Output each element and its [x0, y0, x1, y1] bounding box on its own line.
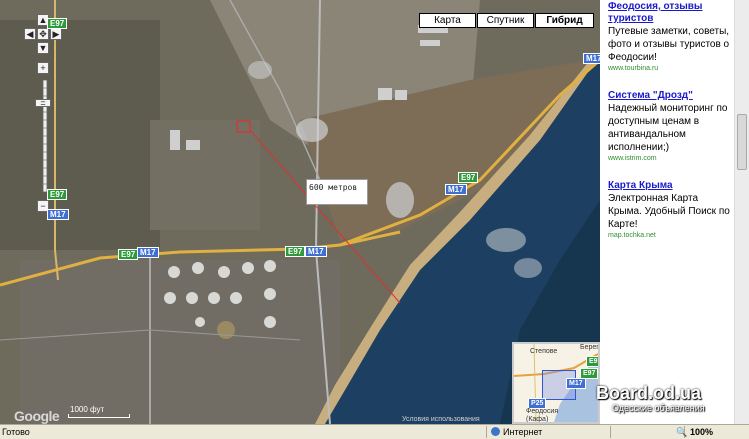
road-shield-e97: E97: [285, 246, 306, 257]
overview-shield-e97: E97: [586, 356, 598, 367]
ad-url[interactable]: www.istrim.com: [608, 154, 734, 164]
road-shield-m17: M17: [137, 247, 159, 258]
ad-block: Карта Крыма Электронная Карта Крыма. Удо…: [608, 180, 734, 241]
road-shield-e97: E97: [118, 249, 139, 260]
ad-text: Надежный мониторинг по доступным ценам в…: [608, 103, 728, 153]
ad-text: Путевые заметки, советы, фото и отзывы т…: [608, 26, 730, 63]
ad-block: Система "Дрозд" Надежный мониторинг по д…: [608, 90, 734, 164]
road-shield-m17: M17: [583, 53, 600, 64]
zoom-slider-handle[interactable]: =: [35, 99, 51, 108]
scale-label: 1000 фут: [70, 405, 105, 414]
terms-link[interactable]: Условия использования: [402, 416, 480, 423]
ad-text: Электронная Карта Крыма. Удобный Поиск п…: [608, 193, 730, 230]
ad-title-link[interactable]: Карта Крыма: [608, 180, 734, 192]
map-type-map-button[interactable]: Карта: [419, 13, 476, 28]
overview-label-stepnoe: Степове: [530, 348, 558, 355]
zoom-slider-track[interactable]: [42, 79, 48, 193]
overview-label-feodosia: Феодосия (Кафа): [526, 408, 559, 423]
security-zone: Интернет: [491, 425, 542, 439]
ads-column: Феодосия, отзывы туристов Путевые заметк…: [602, 0, 734, 424]
scrollbar-thumb[interactable]: [737, 114, 747, 170]
ad-title-link[interactable]: Феодосия, отзывы туристов: [608, 1, 734, 25]
status-separator: [486, 426, 487, 438]
scale-bar: [68, 414, 130, 418]
browser-status-bar: Готово Интернет 🔍 100%: [0, 424, 749, 439]
zoom-in-button[interactable]: +: [37, 62, 49, 74]
distance-label: 600 метров: [306, 179, 368, 205]
ad-title-link[interactable]: Система "Дрозд": [608, 90, 734, 102]
satellite-map[interactable]: ▲ ◀ ✥ ▶ ▼ + = − Карта Спутник Гибрид E97…: [0, 0, 600, 424]
road-shield-e97: E97: [47, 18, 68, 29]
pan-left-button[interactable]: ◀: [24, 28, 36, 40]
ad-url[interactable]: map.tochka.net: [608, 231, 734, 241]
pan-center-button[interactable]: ✥: [37, 28, 49, 40]
road-shield-m17: M17: [47, 209, 69, 220]
pan-right-button[interactable]: ▶: [50, 28, 62, 40]
watermark: Board.od.ua Одесские объявления: [596, 383, 705, 413]
road-shield-m17: M17: [305, 246, 327, 257]
vertical-scrollbar[interactable]: [734, 0, 749, 424]
map-type-hybrid-button[interactable]: Гибрид: [535, 13, 594, 28]
map-type-satellite-button[interactable]: Спутник: [477, 13, 534, 28]
road-shield-e97: E97: [458, 172, 479, 183]
overview-label-bereg: Берег: [580, 344, 599, 351]
ad-url[interactable]: www.tourbina.ru: [608, 64, 734, 74]
globe-icon: [491, 427, 500, 436]
road-shield-m17: M17: [445, 184, 467, 195]
watermark-brand: Board.od.ua: [596, 383, 702, 403]
watermark-subtitle: Одесские объявления: [612, 403, 705, 413]
pan-down-button[interactable]: ▼: [37, 42, 49, 54]
google-logo: Google: [14, 408, 60, 424]
zoom-magnifier-icon: 🔍: [676, 427, 688, 437]
browser-page: ▲ ◀ ✥ ▶ ▼ + = − Карта Спутник Гибрид E97…: [0, 0, 749, 439]
status-text: Готово: [2, 427, 30, 437]
status-separator: [610, 426, 611, 438]
overview-shield-e97: E97: [580, 368, 598, 379]
road-shield-e97: E97: [47, 189, 68, 200]
zoom-ticks: [42, 79, 48, 193]
overview-shield-m17: M17: [566, 378, 586, 389]
overview-map[interactable]: Степове Берег E97 M17 E97 P25 Феодосия(К…: [512, 342, 600, 424]
map-imagery: [0, 0, 600, 424]
zoom-level[interactable]: 100%: [690, 425, 713, 439]
ad-block: Феодосия, отзывы туристов Путевые заметк…: [608, 1, 734, 74]
